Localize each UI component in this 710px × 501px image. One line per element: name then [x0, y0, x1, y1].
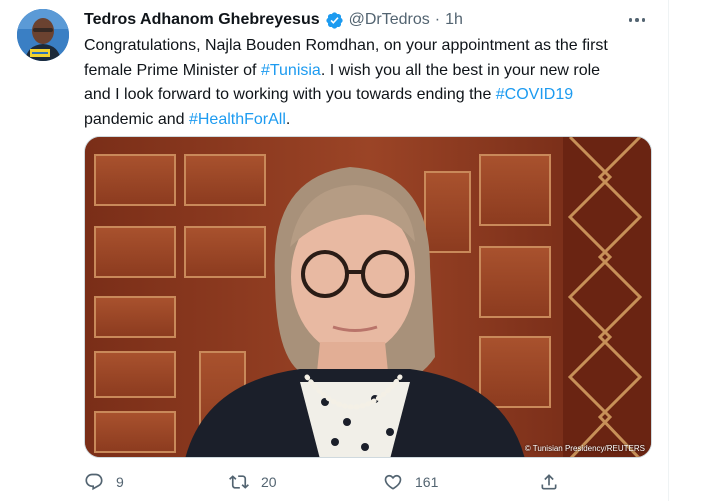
tweet[interactable]: Tedros Adhanom Ghebreyesus @DrTedros · 1… [0, 0, 668, 501]
retweet-icon [229, 472, 249, 492]
separator-dot: · [434, 11, 441, 28]
retweet-button[interactable]: 20 [229, 470, 277, 494]
reply-icon [84, 472, 104, 492]
tweet-header: Tedros Adhanom Ghebreyesus @DrTedros · 1… [84, 9, 463, 31]
tweet-text: Congratulations, Najla Bouden Romdhan, o… [84, 34, 656, 132]
author-handle[interactable]: @DrTedros [349, 11, 430, 29]
text-segment: . [285, 110, 291, 128]
hashtag-healthforall[interactable]: #HealthForAll [189, 111, 286, 128]
timeline-divider [668, 0, 669, 501]
tweet-text-line: Congratulations, Najla Bouden Romdhan, o… [84, 37, 608, 54]
text-segment: . I wish you all the best in your new ro… [320, 61, 601, 79]
like-icon [383, 472, 403, 492]
like-count: 161 [415, 474, 439, 490]
hashtag-covid19[interactable]: #COVID19 [496, 86, 573, 103]
text-segment: pandemic and [84, 110, 189, 128]
avatar[interactable] [17, 9, 69, 61]
text-segment: and I look forward to working with you t… [84, 86, 496, 103]
more-icon[interactable] [624, 9, 650, 31]
reply-button[interactable]: 9 [84, 470, 124, 494]
tweet-actions: 9 20 161 [84, 470, 564, 494]
hashtag-tunisia[interactable]: #Tunisia [261, 62, 321, 79]
share-icon [539, 472, 559, 492]
display-name[interactable]: Tedros Adhanom Ghebreyesus [84, 11, 320, 29]
tweet-timestamp[interactable]: 1h [445, 11, 463, 29]
tweet-photo[interactable]: © Tunisian Presidency/REUTERS [84, 136, 652, 458]
tweet-text-line: female Prime Minister of #Tunisia. I wis… [84, 59, 656, 84]
photo-credit: © Tunisian Presidency/REUTERS [524, 444, 645, 453]
tweet-text-line: pandemic and #HealthForAll. [84, 108, 656, 133]
verified-badge-icon [325, 11, 344, 30]
text-segment: female Prime Minister of [84, 61, 261, 79]
tweet-text-line: and I look forward to working with you t… [84, 83, 656, 108]
retweet-count: 20 [261, 474, 277, 490]
reply-count: 9 [116, 474, 124, 490]
like-button[interactable]: 161 [383, 470, 438, 494]
share-button[interactable] [539, 470, 559, 494]
